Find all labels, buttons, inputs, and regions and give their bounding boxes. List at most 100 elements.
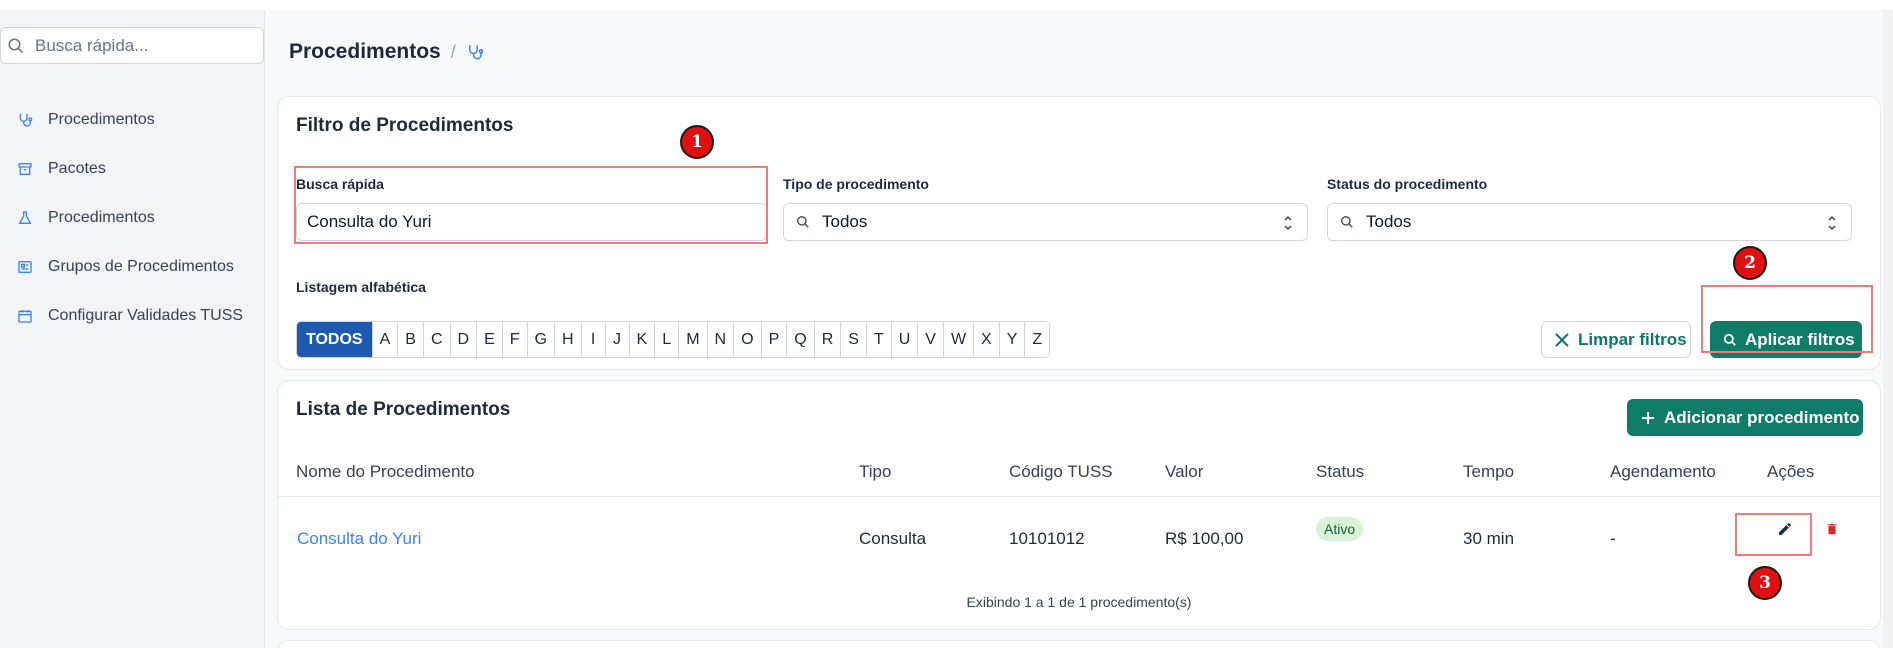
sidebar-item-label: Procedimentos (48, 111, 155, 128)
col-header-type[interactable]: Tipo (859, 462, 891, 482)
sidebar-item-label: Procedimentos (48, 209, 155, 226)
archive-icon (17, 161, 33, 177)
cell-value: R$ 100,00 (1165, 529, 1244, 548)
alpha-letter-f[interactable]: F (501, 322, 527, 357)
list-title: Lista de Procedimentos (296, 399, 511, 420)
sidebar-item-grupos[interactable]: Grupos de Procedimentos (17, 255, 234, 279)
alpha-letter-g[interactable]: G (526, 322, 554, 357)
col-header-tuss[interactable]: Código TUSS (1009, 462, 1113, 482)
stethoscope-icon (17, 112, 33, 128)
sidebar-search-placeholder: Busca rápida... (35, 35, 149, 55)
alpha-letter-i[interactable]: I (580, 322, 605, 357)
add-procedure-label: Adicionar procedimento (1664, 407, 1860, 427)
sidebar-item-pacotes[interactable]: Pacotes (17, 157, 106, 181)
annotation-box-1 (294, 166, 768, 244)
close-icon (1555, 332, 1569, 347)
alpha-letter-m[interactable]: M (678, 322, 706, 357)
alpha-letter-c[interactable]: C (422, 322, 450, 357)
next-card (277, 640, 1881, 648)
sidebar-item-procedimentos-lab[interactable]: Procedimentos (17, 206, 155, 230)
status-label: Status do procedimento (1327, 176, 1488, 192)
status-select-value: Todos (1366, 212, 1412, 231)
add-procedure-button[interactable]: Adicionar procedimento (1627, 399, 1863, 436)
alpha-letter-v[interactable]: V (917, 322, 943, 357)
flask-icon (17, 210, 33, 226)
type-select[interactable]: Todos (783, 203, 1308, 241)
alpha-letter-u[interactable]: U (890, 322, 918, 357)
updown-chevron-icon (1284, 215, 1292, 231)
sidebar: Busca rápida... Procedimentos Pacotes Pr… (0, 10, 265, 648)
col-header-status[interactable]: Status (1316, 462, 1364, 482)
trash-icon (1827, 523, 1837, 535)
annotation-box-3 (1735, 513, 1812, 556)
cell-time: 30 min (1463, 529, 1515, 548)
delete-button[interactable] (1820, 517, 1844, 541)
alpha-letter-todos[interactable]: TODOS (297, 322, 372, 357)
filter-title: Filtro de Procedimentos (296, 115, 514, 136)
status-select[interactable]: Todos (1327, 203, 1852, 241)
alpha-letter-z[interactable]: Z (1024, 322, 1049, 357)
breadcrumb: Procedimentos / (289, 40, 484, 64)
alpha-letter-w[interactable]: W (942, 322, 973, 357)
alpha-letter-h[interactable]: H (553, 322, 581, 357)
alpha-letter-l[interactable]: L (654, 322, 678, 357)
cell-type: Consulta (859, 529, 927, 548)
annotation-marker-3: 3 (1748, 566, 1782, 600)
alpha-letter-a[interactable]: A (371, 322, 398, 357)
col-header-time[interactable]: Tempo (1463, 462, 1514, 482)
alpha-letter-y[interactable]: Y (998, 322, 1025, 357)
calendar-icon (17, 308, 33, 324)
sidebar-item-validades-tuss[interactable]: Configurar Validades TUSS (17, 304, 243, 328)
col-header-value[interactable]: Valor (1165, 462, 1203, 482)
sidebar-item-label: Configurar Validades TUSS (48, 307, 244, 324)
clear-filters-button[interactable]: Limpar filtros (1541, 321, 1691, 358)
breadcrumb-separator: / (450, 41, 456, 62)
alpha-letter-q[interactable]: Q (786, 322, 813, 357)
status-badge: Ativo (1316, 517, 1364, 541)
annotation-marker-2: 2 (1733, 246, 1767, 280)
search-icon (1341, 216, 1353, 228)
plus-icon (1642, 411, 1654, 424)
alpha-letter-r[interactable]: R (813, 322, 841, 357)
alpha-letter-b[interactable]: B (397, 322, 423, 357)
alpha-label: Listagem alfabética (296, 279, 426, 295)
scrollbar[interactable] (1883, 10, 1893, 648)
updown-chevron-icon (1828, 215, 1836, 231)
alpha-letter-k[interactable]: K (628, 322, 655, 357)
type-label: Tipo de procedimento (783, 176, 929, 192)
sidebar-item-label: Pacotes (48, 160, 106, 177)
alpha-letter-s[interactable]: S (840, 322, 866, 357)
cell-scheduling: - (1610, 529, 1616, 548)
main-content: Procedimentos / Filtro de Procedimentos … (265, 10, 1893, 648)
alpha-letter-e[interactable]: E (476, 322, 502, 357)
col-header-actions: Ações (1767, 462, 1815, 481)
col-header-name[interactable]: Nome do Procedimento (296, 462, 475, 482)
col-header-scheduling[interactable]: Agendamento (1610, 462, 1716, 482)
stethoscope-icon (468, 45, 483, 60)
alpha-letter-p[interactable]: P (760, 322, 787, 357)
cell-tuss: 10101012 (1009, 529, 1085, 548)
type-select-value: Todos (822, 212, 868, 231)
alpha-letter-x[interactable]: X (973, 322, 999, 357)
top-strip (0, 0, 1893, 10)
sidebar-item-procedimentos[interactable]: Procedimentos (17, 108, 155, 132)
clear-filters-label: Limpar filtros (1578, 329, 1687, 349)
sidebar-item-label: Grupos de Procedimentos (48, 258, 234, 275)
alpha-letter-j[interactable]: J (604, 322, 629, 357)
list-card: Lista de Procedimentos Adicionar procedi… (277, 380, 1881, 630)
procedure-name-link[interactable]: Consulta do Yuri (297, 529, 421, 549)
page-title: Procedimentos (289, 40, 441, 63)
search-icon (797, 216, 809, 228)
alphabet-filter: TODOS A B C D E F G H I J K L M N O P Q R S T U V W X Y Z (296, 321, 1051, 358)
annotation-marker-1: 1 (680, 125, 714, 159)
pagination-info: Exibindo 1 a 1 de 1 procedimento(s) (966, 594, 1192, 610)
search-icon (8, 38, 24, 54)
alpha-letter-n[interactable]: N (706, 322, 734, 357)
sidebar-search-input[interactable]: Busca rápida... (0, 27, 264, 64)
annotation-box-2 (1701, 285, 1873, 353)
table-header-divider (277, 496, 1881, 497)
alpha-letter-d[interactable]: D (449, 322, 477, 357)
alpha-letter-o[interactable]: O (733, 322, 760, 357)
group-icon (17, 259, 33, 275)
alpha-letter-t[interactable]: T (865, 322, 891, 357)
